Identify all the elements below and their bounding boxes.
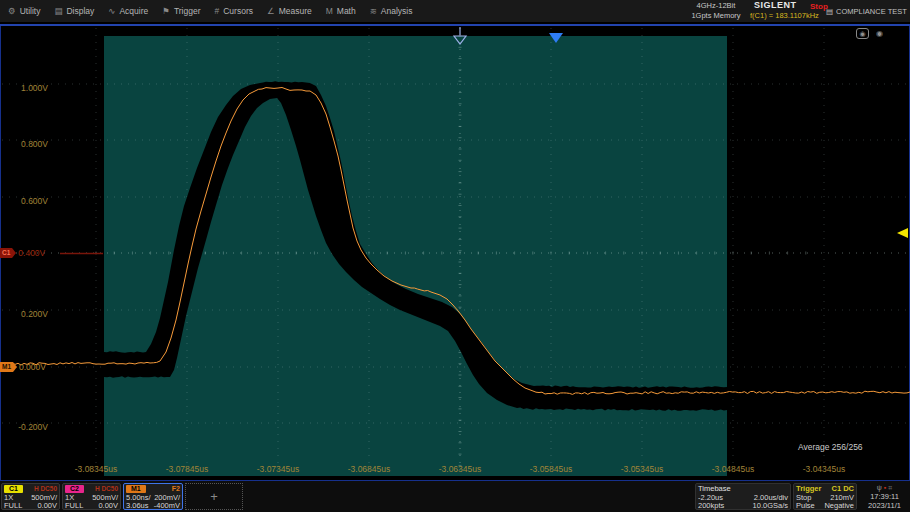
y-axis-label: -0.200V (4, 423, 48, 432)
cursors-icon: # (215, 6, 220, 16)
math1-descriptor[interactable]: M1 F2 5.00ns/200mV/ 3.06us-400mV (123, 483, 183, 510)
c2-chip: C2 (65, 485, 84, 493)
memory-label: 1Gpts Memory (684, 11, 748, 21)
y-axis-label: 0.800V (4, 140, 48, 149)
x-axis-label: -3.06845us (337, 464, 401, 474)
math-icon: M (326, 6, 333, 16)
gear-icon: ⚙ (8, 6, 16, 16)
marker-arrow (12, 248, 16, 258)
average-count-label: Average 256/256 (798, 442, 863, 452)
menu-item-utility[interactable]: ⚙Utility (8, 6, 40, 16)
bandwidth-info: 4GHz-12Bit 1Gpts Memory (684, 0, 748, 22)
marker-arrow (13, 362, 17, 372)
trigger-flag-icon: ⚑ (162, 6, 170, 16)
measure-icon: ∠ (267, 6, 275, 16)
menu-item-acquire[interactable]: ∿Acquire (108, 6, 148, 16)
clock-date: 2023/11/1 (860, 501, 909, 510)
x-axis-label: -3.04345us (792, 464, 856, 474)
camera-icon[interactable]: ◉ (856, 28, 869, 39)
math1-level-marker[interactable]: M1 0.000V (0, 362, 46, 372)
analysis-icon: ≋ (370, 6, 377, 16)
waveform-display-area[interactable]: 1.000V 0.800V 0.600V 0.200V -0.200V -3.08345… (0, 24, 910, 481)
f2-tag: F2 (172, 485, 180, 492)
menu-item-analysis[interactable]: ≋Analysis (370, 6, 413, 16)
x-axis-label: -3.04845us (701, 464, 765, 474)
add-trace-slot[interactable]: + (185, 483, 243, 510)
lan-icon: ⌗ (888, 484, 892, 491)
waveform-plot (0, 24, 910, 481)
trigger-descriptor[interactable]: Trigger C1 DC Stop210mV PulseNegative (793, 483, 857, 510)
x-axis-label: -3.08345us (64, 464, 128, 474)
menu-item-cursors[interactable]: #Cursors (215, 6, 254, 16)
speaker-icon[interactable]: ◉ (876, 29, 883, 38)
bandwidth-label: 4GHz-12Bit (684, 1, 748, 11)
x-axis-label: -3.05345us (610, 464, 674, 474)
y-axis-label: 0.600V (4, 197, 48, 206)
plot-corner-icons: ◉ ◉ (856, 28, 883, 39)
x-axis-label: -3.07345us (246, 464, 310, 474)
c1-chip: C1 (4, 485, 23, 493)
clock-time: 17:39:11 (860, 492, 909, 501)
x-axis-label: -3.07845us (155, 464, 219, 474)
menu-item-math[interactable]: MMath (326, 6, 356, 16)
descriptor-bar: C1 H DC50 1X500mV/ FULL0.00V C2 H DC50 1… (0, 481, 910, 512)
menu-item-measure[interactable]: ∠Measure (267, 6, 312, 16)
usb-icon: ψ (877, 484, 882, 491)
y-axis-label: 1.000V (4, 84, 48, 93)
channel1-level-marker[interactable]: C1 0.400V (0, 248, 45, 258)
compliance-test-button[interactable]: ▤ COMPLIANCE TEST (826, 0, 907, 22)
channel2-descriptor[interactable]: C2 H DC50 1X500mV/ FULL0.00V (62, 483, 121, 510)
menu-item-display[interactable]: ▤Display (54, 6, 94, 16)
channel1-descriptor[interactable]: C1 H DC50 1X500mV/ FULL0.00V (1, 483, 60, 510)
document-icon: ▤ (826, 7, 833, 16)
menu-item-trigger[interactable]: ⚑Trigger (162, 6, 200, 16)
x-axis-label: -3.06345us (428, 464, 492, 474)
x-axis-label: -3.05845us (519, 464, 583, 474)
y-axis-label: 0.200V (4, 310, 48, 319)
display-icon: ▤ (54, 6, 62, 16)
m1-chip: M1 (126, 485, 146, 493)
record-icon: ▪ (884, 484, 886, 491)
timebase-descriptor[interactable]: Timebase -2.20us2.00us/div 200kpts10.0GS… (695, 483, 791, 510)
datetime-block: ψ ▪ ⌗ 17:39:11 2023/11/1 (860, 483, 909, 510)
acquire-icon: ∿ (108, 6, 115, 16)
